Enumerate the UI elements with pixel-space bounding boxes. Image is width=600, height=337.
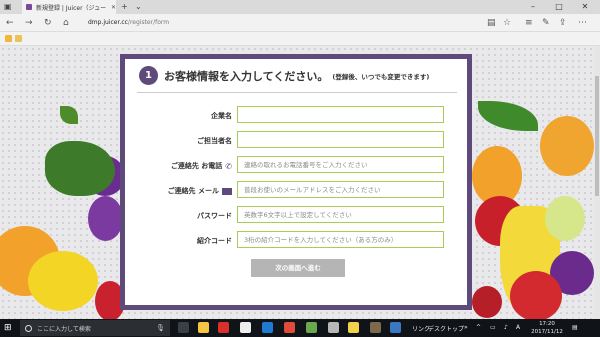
app-blue-icon[interactable] <box>390 322 401 333</box>
field-row-password: パスワード <box>125 206 467 225</box>
windows-start-icon[interactable]: ⊞ <box>4 323 12 333</box>
clock-time: 17:20 <box>539 321 555 327</box>
contact-person-label: ご担当者名 <box>197 137 232 145</box>
email-label: ご連絡先 メール <box>168 186 232 196</box>
reading-view-icon[interactable]: ▤ <box>487 17 496 29</box>
melon-fruit <box>545 196 585 241</box>
close-window-icon[interactable]: ✕ <box>574 0 596 14</box>
file-explorer-icon[interactable] <box>198 322 209 333</box>
ime-icon[interactable]: A <box>516 324 520 331</box>
network-icon[interactable]: ▭ <box>490 324 496 331</box>
password-label: パスワード <box>197 212 232 220</box>
password-input[interactable] <box>237 206 444 223</box>
minimize-icon[interactable]: – <box>522 0 544 14</box>
taskbar-search-placeholder: ここに入力して検索 <box>37 325 91 333</box>
share-icon[interactable]: ⇪ <box>559 17 567 29</box>
juicer-favicon-icon <box>26 4 32 10</box>
app-r-icon[interactable] <box>218 322 229 333</box>
scrollbar-thumb[interactable] <box>595 76 599 196</box>
contact-person-input[interactable] <box>237 131 444 148</box>
field-row-email: ご連絡先 メール <box>125 181 467 200</box>
grape-fruit <box>88 196 123 241</box>
app-grey-icon[interactable] <box>328 322 339 333</box>
browser-tab[interactable]: 新規登録 | Juicer（ジュー ✕ <box>22 0 116 14</box>
field-row-referral: 紹介コード <box>125 231 467 250</box>
cherry-fruit <box>472 286 502 318</box>
more-menu-icon[interactable]: ⋯ <box>578 17 587 29</box>
next-step-button[interactable]: 次の画面へ進む <box>251 259 345 277</box>
registration-form-card: 1 お客様情報を入力してください。 (登録後、いつでも変更できます) 企業名 ご… <box>120 54 472 310</box>
header-divider <box>137 92 457 93</box>
step-number-badge: 1 <box>139 66 158 85</box>
amazon-icon[interactable] <box>240 322 251 333</box>
tray-expand-icon[interactable]: ^ <box>476 324 481 331</box>
tab-title: 新規登録 | Juicer（ジュー <box>36 4 107 12</box>
field-row-company: 企業名 <box>125 106 467 125</box>
company-name-input[interactable] <box>237 106 444 123</box>
form-title: お客様情報を入力してください。 <box>164 69 329 83</box>
favorite-folder-icon[interactable] <box>5 35 12 42</box>
url-domain: dmp.juicer.cc <box>88 19 128 26</box>
taskbar-search-box[interactable]: ここに入力して検索 🎙 <box>20 320 170 336</box>
chrome-icon[interactable] <box>284 322 295 333</box>
clock-date: 2017/11/12 <box>531 329 563 335</box>
tab-list-chevron-icon[interactable]: ⌄ <box>135 2 142 12</box>
leaf-decoration <box>478 101 538 131</box>
web-note-icon[interactable]: ✎ <box>542 17 550 29</box>
volume-icon[interactable]: ♪ <box>504 324 508 331</box>
favorite-star-icon[interactable]: ☆ <box>503 17 511 29</box>
favorite-item-icon[interactable] <box>15 35 22 42</box>
leaf-decoration <box>45 141 115 196</box>
form-header: 1 お客様情報を入力してください。 (登録後、いつでも変更できます) <box>139 66 429 85</box>
maximize-icon[interactable]: □ <box>548 0 570 14</box>
company-name-label: 企業名 <box>211 112 232 120</box>
edge-browser-icon[interactable] <box>262 322 273 333</box>
strawberry-fruit <box>510 271 562 319</box>
new-tab-button[interactable]: + <box>121 2 128 12</box>
field-row-phone: ご連絡先 お電話 ✆ <box>125 156 467 175</box>
favorites-hub-icon[interactable]: ≡ <box>525 17 533 29</box>
favorites-bar <box>0 32 600 46</box>
notification-icon[interactable]: ▤ <box>572 324 578 331</box>
phone-label: ご連絡先 お電話 ✆ <box>170 161 232 171</box>
email-input[interactable] <box>237 181 444 198</box>
app-green-icon[interactable] <box>306 322 317 333</box>
address-bar: ← → ↻ ⌂ dmp.juicer.cc/register/form ▤ ☆ … <box>0 14 600 32</box>
refresh-icon[interactable]: ↻ <box>44 17 52 29</box>
task-view-icon[interactable] <box>178 322 189 333</box>
tab-overview-icon[interactable]: ▣ <box>4 2 12 12</box>
windows-taskbar: ⊞ ここに入力して検索 🎙 リンク デスクトップ » ^ ▭ ♪ A 17:20… <box>0 319 600 337</box>
url-field[interactable]: dmp.juicer.cc/register/form <box>84 17 484 29</box>
close-tab-icon[interactable]: ✕ <box>111 4 116 11</box>
url-path: /register/form <box>127 19 170 26</box>
referral-code-input[interactable] <box>237 231 444 248</box>
field-row-contact-person: ご担当者名 <box>125 131 467 150</box>
referral-code-label: 紹介コード <box>197 237 232 245</box>
mail-envelope-icon <box>222 187 232 195</box>
lemon-fruit <box>28 251 98 311</box>
cortana-icon <box>25 324 32 332</box>
tray-desktop-label[interactable]: デスクトップ <box>428 324 464 333</box>
app-brown-icon[interactable] <box>370 322 381 333</box>
page-scrollbar[interactable] <box>594 46 600 319</box>
browser-tab-bar: ▣ 新規登録 | Juicer（ジュー ✕ + ⌄ – □ ✕ <box>0 0 600 14</box>
back-arrow-icon[interactable]: ← <box>6 17 14 29</box>
orange-fruit <box>540 116 594 176</box>
home-icon[interactable]: ⌂ <box>63 17 69 29</box>
microphone-icon[interactable]: 🎙 <box>156 324 165 332</box>
forward-arrow-icon[interactable]: → <box>25 17 33 29</box>
app-yellow-icon[interactable] <box>348 322 359 333</box>
phone-icon: ✆ <box>225 161 232 171</box>
form-note: (登録後、いつでも変更できます) <box>332 72 430 81</box>
phone-input[interactable] <box>237 156 444 173</box>
tray-chevron-icon[interactable]: » <box>464 324 468 331</box>
leaf-decoration <box>60 106 78 124</box>
taskbar-clock[interactable]: 17:20 2017/11/12 <box>530 320 564 336</box>
